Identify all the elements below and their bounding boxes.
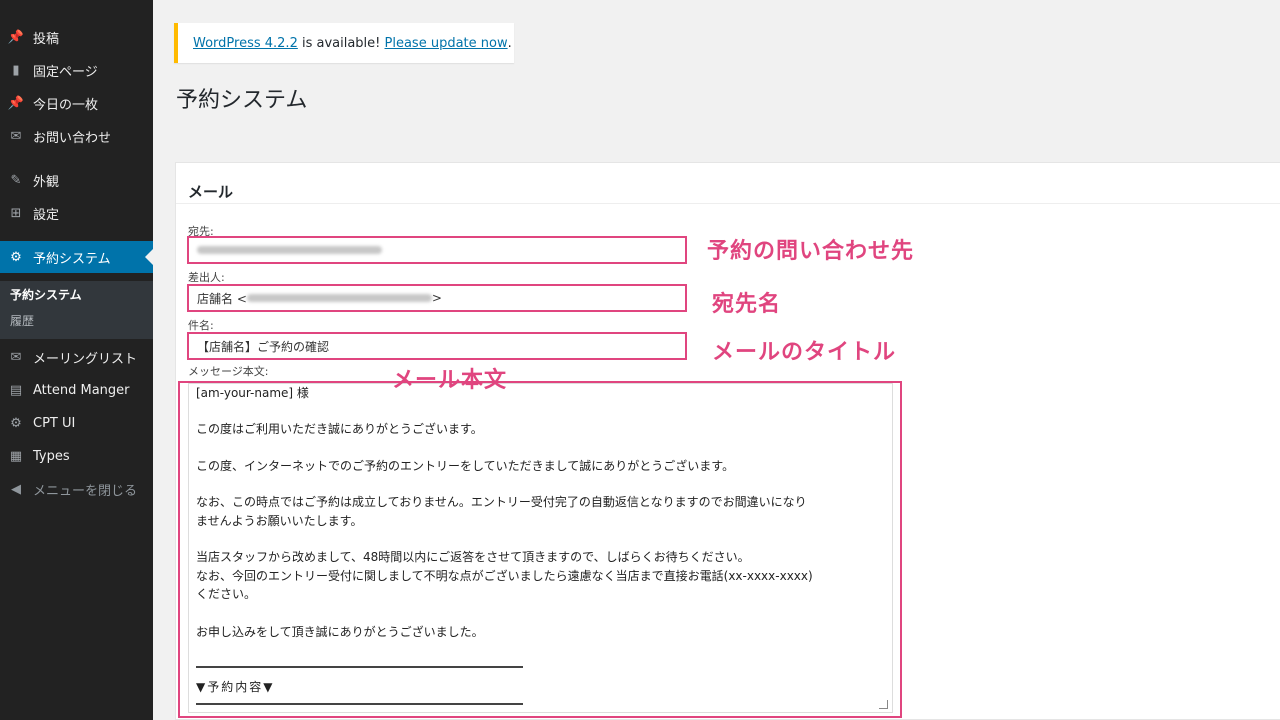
message-body-textarea[interactable]: [am-your-name] 様 この度はご利用いただき誠にありがとうございます…	[188, 383, 893, 713]
pin-icon: 📌	[7, 95, 25, 111]
annotation-to: 予約の問い合わせ先	[707, 239, 915, 264]
from-suffix: >	[431, 291, 442, 305]
body-line: ▼予約内容▼	[196, 680, 275, 694]
sidebar-item-pages[interactable]: ▮ 固定ページ	[0, 57, 153, 83]
sidebar-item-label: メニューを閉じる	[33, 483, 138, 499]
sidebar-item-label: 予約システム	[33, 251, 111, 267]
sidebar-item-label: 今日の一枚	[33, 97, 99, 113]
body-line: なお、今回のエントリー受付に関しまして不明な点がございましたら遠慮なく当店まで直…	[196, 569, 813, 583]
sidebar-item-attend-manger[interactable]: ▤ Attend Manger	[0, 377, 153, 403]
sidebar-item-label: Attend Manger	[33, 382, 130, 398]
annotation-subject: メールのタイトル	[712, 340, 897, 365]
sidebar-item-label: 投稿	[33, 31, 60, 47]
sidebar-item-reservation-system[interactable]: ⚙ 予約システム	[0, 241, 153, 273]
submenu-item-history[interactable]: 履歴	[10, 312, 34, 329]
body-line: 当店スタッフから改めまして、48時間以内にご返答をさせて頂きますので、しばらくお…	[196, 550, 750, 564]
body-line: この度はご利用いただき誠にありがとうございます。	[196, 422, 483, 436]
from-prefix: 店舗名 <	[197, 291, 247, 306]
subject-label: 件名:	[188, 319, 214, 332]
sidebar-item-label: お問い合わせ	[33, 130, 112, 146]
sidebar-item-mailing-list[interactable]: ✉ メーリングリスト	[0, 344, 153, 370]
page-icon: ▮	[12, 62, 20, 78]
divider-line	[196, 666, 523, 668]
body-line: この度、インターネットでのご予約のエントリーをしていただきまして誠にありがとうご…	[196, 459, 735, 473]
body-line: お申し込みをして頂き誠にありがとうございました。	[196, 625, 484, 639]
pin-icon: 📌	[7, 29, 25, 45]
message-body-label: メッセージ本文:	[188, 365, 269, 378]
list-icon: ▤	[9, 382, 23, 398]
sidebar-item-label: 設定	[33, 207, 60, 223]
annotation-body: メール本文	[392, 368, 508, 393]
redacted-email	[246, 294, 432, 302]
sidebar-item-settings[interactable]: ⊞ 設定	[0, 200, 153, 226]
body-line: ください。	[196, 587, 257, 601]
subject-value: 【店舗名】ご予約の確認	[197, 339, 330, 354]
notice-text: is available!	[297, 35, 385, 51]
sidebar-item-types[interactable]: ▦ Types	[0, 443, 153, 469]
admin-sidebar: 📌 投稿 ▮ 固定ページ 📌 今日の一枚 ✉ お問い合わせ ✎ 外観 ⊞ 設定 …	[0, 0, 153, 720]
subject-field[interactable]: 【店舗名】ご予約の確認	[187, 332, 687, 360]
body-line: [am-your-name] 様	[196, 386, 309, 400]
sidebar-item-label: Types	[33, 448, 70, 464]
gear-icon: ⚙	[10, 249, 22, 265]
sidebar-item-appearance[interactable]: ✎ 外観	[0, 167, 153, 193]
divider-line	[196, 703, 523, 705]
sidebar-item-photo-of-the-day[interactable]: 📌 今日の一枚	[0, 90, 153, 116]
panel-title: メール	[188, 183, 234, 201]
panel-divider	[176, 203, 1280, 204]
from-label: 差出人:	[188, 271, 225, 284]
message-body-highlight: [am-your-name] 様 この度はご利用いただき誠にありがとうございます…	[178, 381, 902, 718]
annotation-from: 宛先名	[712, 292, 782, 317]
sidebar-collapse-menu[interactable]: ◀ メニューを閉じる	[0, 476, 153, 502]
body-line: なお、この時点ではご予約は成立しておりません。エントリー受付完了の自動返信となり…	[196, 495, 807, 509]
gear-icon: ⚙	[10, 415, 22, 431]
mail-icon: ✉	[10, 128, 22, 144]
sidebar-item-label: 外観	[33, 174, 60, 190]
update-notice: WordPress 4.2.2 is available! Please upd…	[174, 23, 514, 63]
sidebar-item-posts[interactable]: 📌 投稿	[0, 24, 153, 50]
to-field[interactable]	[187, 236, 687, 264]
collapse-icon: ◀	[11, 481, 21, 497]
redacted-email	[197, 246, 382, 254]
settings-icon: ⊞	[10, 205, 22, 221]
sidebar-submenu: 予約システム 履歴	[0, 281, 153, 339]
brush-icon: ✎	[10, 172, 22, 188]
resize-handle[interactable]	[879, 700, 888, 709]
submenu-item-reservation-system[interactable]: 予約システム	[10, 286, 82, 303]
wordpress-version-link[interactable]: WordPress 4.2.2	[193, 36, 298, 51]
update-now-link[interactable]: Please update now	[385, 36, 508, 51]
sidebar-item-label: CPT UI	[33, 415, 76, 431]
from-field[interactable]: 店舗名 < >	[187, 284, 687, 312]
sidebar-item-label: メーリングリスト	[33, 351, 138, 367]
page-title: 予約システム	[176, 88, 308, 113]
sidebar-item-label: 固定ページ	[33, 64, 98, 80]
sidebar-item-contact[interactable]: ✉ お問い合わせ	[0, 123, 153, 149]
notice-end: .	[507, 35, 512, 51]
calendar-icon: ▦	[9, 448, 23, 464]
mail-icon: ✉	[10, 349, 22, 365]
sidebar-item-cpt-ui[interactable]: ⚙ CPT UI	[0, 410, 153, 436]
body-line: ませんようお願いいたします。	[196, 514, 363, 528]
